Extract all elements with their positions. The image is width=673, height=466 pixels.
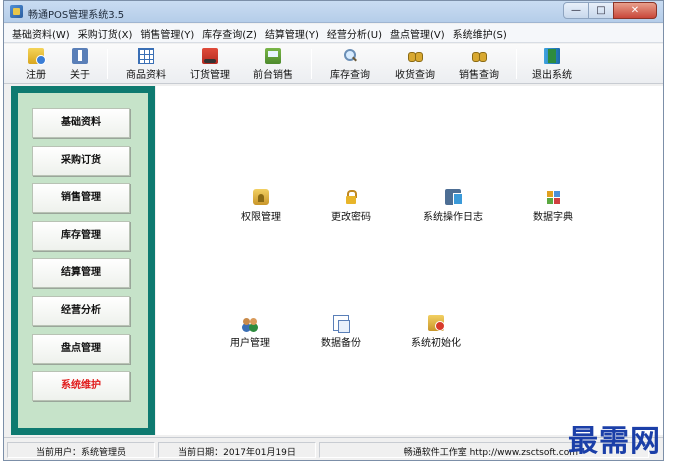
change-password-label: 更改密码 — [331, 212, 371, 223]
data-backup-button[interactable]: 数据备份 — [296, 315, 386, 349]
toolbar-separator — [516, 49, 517, 79]
maximize-button[interactable]: □ — [588, 2, 614, 19]
permission-button[interactable]: 权限管理 — [216, 189, 306, 223]
toolbar-exit-button[interactable]: 退出系统 — [527, 48, 577, 81]
status-current-date: 当前日期：2017年01月19日 — [158, 442, 316, 458]
initialize-icon — [428, 315, 445, 331]
toolbar-label: 订货管理 — [190, 70, 230, 81]
operation-log-label: 系统操作日志 — [423, 212, 483, 223]
toolbar-pos-button[interactable]: 前台销售 — [248, 48, 298, 81]
toolbar-receipt-query-button[interactable]: 收货查询 — [390, 48, 440, 81]
magnifier-icon — [342, 48, 358, 64]
product-grid-icon — [138, 48, 154, 64]
user-management-button[interactable]: 用户管理 — [205, 315, 295, 349]
toolbar-label: 前台销售 — [253, 70, 293, 81]
sidebar-item-sales[interactable]: 销售管理 — [32, 183, 130, 213]
toolbar-separator — [107, 49, 108, 79]
sidebar-item-settlement[interactable]: 结算管理 — [32, 258, 130, 288]
sidebar-item-system[interactable]: 系统维护 — [32, 371, 130, 401]
toolbar-label: 收货查询 — [395, 70, 435, 81]
backup-icon — [333, 315, 350, 333]
binoculars-icon — [407, 48, 423, 64]
log-computer-icon — [445, 189, 463, 205]
status-bar: 当前用户：系统管理员 当前日期：2017年01月19日 畅通软件工作室 http… — [4, 437, 663, 460]
toolbar-separator — [311, 49, 312, 79]
exit-door-icon — [544, 48, 560, 64]
toolbar-label: 商品资料 — [126, 70, 166, 81]
window-title: 畅通POS管理系统3.5 — [28, 10, 125, 21]
sidebar-item-stocktake[interactable]: 盘点管理 — [32, 334, 130, 364]
system-init-button[interactable]: 系统初始化 — [391, 315, 481, 349]
pos-register-icon — [265, 48, 281, 64]
watermark-logo: 最需网 — [568, 424, 661, 459]
sidebar-item-inventory[interactable]: 库存管理 — [32, 221, 130, 251]
sidebar-item-basic-data[interactable]: 基础资料 — [32, 108, 130, 138]
app-window: 畅通POS管理系统3.5 — □ ✕ 基础资料(W) 采购订货(X) 销售管理(… — [3, 0, 664, 461]
toolbar-label: 关于 — [70, 70, 90, 81]
minimize-button[interactable]: — — [563, 2, 589, 19]
dictionary-icon — [545, 189, 561, 205]
lock-icon — [343, 189, 359, 205]
toolbar: 注册 关于 商品资料 订货管理 前台销售 库存查询 收货查询 销售查询 退出系统 — [4, 44, 663, 84]
about-icon — [72, 48, 88, 64]
toolbar-label: 注册 — [26, 70, 46, 81]
toolbar-label: 退出系统 — [532, 70, 572, 81]
toolbar-sales-query-button[interactable]: 销售查询 — [454, 48, 504, 81]
menu-purchase[interactable]: 采购订货(X) — [78, 26, 133, 41]
users-icon — [242, 315, 258, 331]
system-init-label: 系统初始化 — [411, 338, 461, 349]
sidebar-item-purchase[interactable]: 采购订货 — [32, 146, 130, 176]
data-dictionary-button[interactable]: 数据字典 — [508, 189, 598, 223]
menu-sales[interactable]: 销售管理(Y) — [140, 26, 194, 41]
toolbar-label: 库存查询 — [330, 70, 370, 81]
menu-settlement[interactable]: 结算管理(Y) — [265, 26, 319, 41]
menu-bar: 基础资料(W) 采购订货(X) 销售管理(Y) 库存查询(Z) 结算管理(Y) … — [4, 24, 663, 43]
toolbar-inventory-query-button[interactable]: 库存查询 — [325, 48, 375, 81]
data-dictionary-label: 数据字典 — [533, 212, 573, 223]
window-controls: — □ ✕ — [563, 2, 657, 19]
permission-label: 权限管理 — [241, 212, 281, 223]
toolbar-label: 销售查询 — [459, 70, 499, 81]
toolbar-about-button[interactable]: 关于 — [55, 48, 105, 81]
module-content: 权限管理 更改密码 系统操作日志 数据字典 用户管理 数据备份 系统初始化 — [156, 86, 663, 435]
permission-icon — [253, 189, 269, 205]
module-sidebar: 基础资料 采购订货 销售管理 库存管理 结算管理 经营分析 盘点管理 系统维护 — [11, 86, 155, 435]
binoculars-icon — [471, 48, 487, 64]
menu-stocktake[interactable]: 盘点管理(V) — [390, 26, 445, 41]
menu-system[interactable]: 系统维护(S) — [453, 26, 507, 41]
menu-basic-data[interactable]: 基础资料(W) — [12, 26, 70, 41]
toolbar-product-button[interactable]: 商品资料 — [121, 48, 171, 81]
menu-analysis[interactable]: 经营分析(U) — [327, 26, 382, 41]
close-button[interactable]: ✕ — [613, 2, 657, 19]
menu-inventory[interactable]: 库存查询(Z) — [202, 26, 257, 41]
toolbar-order-button[interactable]: 订货管理 — [185, 48, 235, 81]
operation-log-button[interactable]: 系统操作日志 — [408, 189, 498, 223]
status-current-user: 当前用户：系统管理员 — [7, 442, 155, 458]
register-icon — [28, 48, 46, 65]
sidebar-item-analysis[interactable]: 经营分析 — [32, 296, 130, 326]
user-management-label: 用户管理 — [230, 338, 270, 349]
data-backup-label: 数据备份 — [321, 338, 361, 349]
toolbar-register-button[interactable]: 注册 — [11, 48, 61, 81]
change-password-button[interactable]: 更改密码 — [306, 189, 396, 223]
sidebar-inner: 基础资料 采购订货 销售管理 库存管理 结算管理 经营分析 盘点管理 系统维护 — [18, 93, 148, 428]
title-bar[interactable]: 畅通POS管理系统3.5 — □ ✕ — [4, 1, 663, 23]
order-truck-icon — [202, 48, 218, 64]
app-logo-icon — [10, 5, 23, 18]
